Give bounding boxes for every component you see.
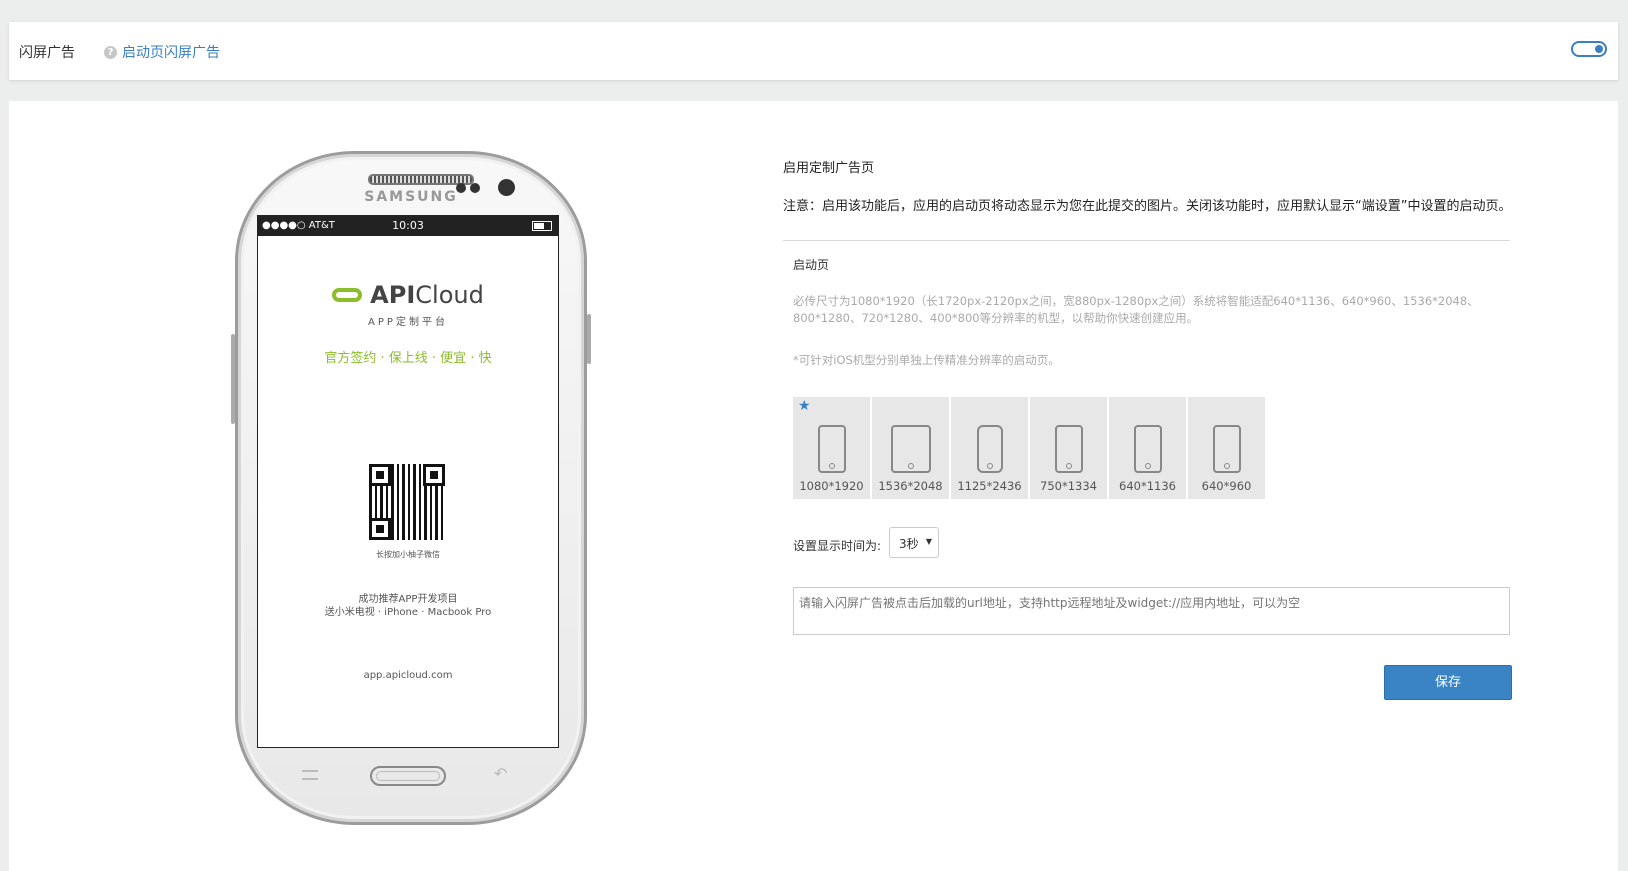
- ad-url-input[interactable]: [793, 587, 1510, 635]
- logo-subtitle: APP定制平台: [368, 317, 448, 328]
- toggle-knob: [1595, 45, 1603, 53]
- main-panel: SAMSUNG ●●●●○ AT&T 10:03 APICloud APP定制平…: [9, 101, 1618, 871]
- upload-slot-1080x1920[interactable]: ★ 1080*1920: [793, 397, 870, 499]
- site-url: app.apicloud.com: [363, 670, 453, 681]
- phone-screen: ●●●●○ AT&T 10:03 APICloud APP定制平台 官方签约 ·…: [257, 215, 559, 748]
- launch-page-label: 启动页: [793, 258, 830, 272]
- home-button: [370, 766, 446, 786]
- phone-sensor: [470, 183, 480, 193]
- apicloud-logo: APICloud APP定制平台: [258, 281, 558, 328]
- promo-line: 送小米电视 · iPhone · Macbook Pro: [324, 607, 492, 618]
- phone-status-bar: ●●●●○ AT&T 10:03: [258, 216, 558, 236]
- settings-header: 闪屏广告 ? 启动页闪屏广告: [9, 22, 1618, 80]
- upload-slot-1125x2436[interactable]: 1125*2436: [951, 397, 1028, 499]
- help-link-label: 启动页闪屏广告: [122, 45, 220, 61]
- phone-sensor: [456, 183, 466, 193]
- qr-finder: [423, 464, 445, 486]
- phone-side-button: [587, 314, 591, 364]
- phone-brand: SAMSUNG: [364, 189, 458, 205]
- resolution-label: 1125*2436: [957, 479, 1022, 493]
- qr-finder: [369, 464, 391, 486]
- ios-note: *可针对iOS机型分别单独上传精准分辨率的启动页。: [793, 353, 1060, 367]
- resolution-label: 1536*2048: [878, 479, 943, 493]
- upload-slot-750x1334[interactable]: 750*1334: [1030, 397, 1107, 499]
- android-phone-icon: [817, 425, 846, 473]
- duration-select[interactable]: 3秒 ▼: [889, 527, 939, 558]
- promo-line: 成功推荐APP开发项目: [358, 594, 458, 605]
- iphone-x-icon: [976, 425, 1003, 473]
- status-time: 10:03: [392, 219, 424, 232]
- resolution-label: 1080*1920: [799, 479, 864, 493]
- question-icon: ?: [104, 45, 117, 59]
- back-key-icon: ↶: [494, 764, 508, 783]
- iphone-icon: [1212, 425, 1241, 473]
- feature-note: 注意：启用该功能后，应用的启动页将动态显示为您在此提交的图片。关闭该功能时，应用…: [783, 199, 1512, 214]
- battery-icon: [532, 221, 552, 231]
- resolution-label: 750*1334: [1040, 479, 1097, 493]
- upload-slot-1536x2048[interactable]: 1536*2048: [872, 397, 949, 499]
- phone-camera: [498, 179, 515, 196]
- iphone-icon: [1054, 425, 1083, 473]
- caret-down-icon: ▼: [925, 537, 932, 546]
- help-link[interactable]: ? 启动页闪屏广告: [104, 42, 220, 62]
- divider: [783, 240, 1510, 241]
- section-title: 闪屏广告: [19, 45, 75, 61]
- star-icon: ★: [798, 398, 811, 414]
- resolution-upload-list: ★ 1080*1920 1536*2048 1125*2436 750*1334…: [793, 397, 1265, 499]
- phone-side-button: [231, 334, 235, 424]
- iphone-icon: [1133, 425, 1162, 473]
- duration-label: 设置显示时间为:: [793, 539, 882, 553]
- save-button[interactable]: 保存: [1384, 665, 1512, 700]
- upload-slot-640x960[interactable]: 640*960: [1188, 397, 1265, 499]
- logo-text: APICloud: [370, 281, 484, 309]
- ad-enable-toggle[interactable]: [1571, 41, 1607, 57]
- qr-finder: [369, 518, 391, 540]
- size-requirement: 必传尺寸为1080*1920（长1720px-2120px之间，宽880px-1…: [793, 294, 1479, 325]
- promo-text: 成功推荐APP开发项目 送小米电视 · iPhone · Macbook Pro: [258, 593, 558, 619]
- cloud-logo-icon: [332, 288, 363, 302]
- qr-code: [367, 462, 447, 542]
- resolution-label: 640*960: [1201, 479, 1252, 493]
- tagline: 官方签约 · 保上线 · 便宜 · 快: [324, 351, 492, 366]
- phone-preview: SAMSUNG ●●●●○ AT&T 10:03 APICloud APP定制平…: [231, 151, 591, 825]
- resolution-label: 640*1136: [1119, 479, 1176, 493]
- menu-key-icon: [302, 770, 318, 780]
- upload-slot-640x1136[interactable]: 640*1136: [1109, 397, 1186, 499]
- tablet-icon: [890, 425, 931, 473]
- enable-custom-ad-title: 启用定制广告页: [783, 161, 875, 176]
- duration-value: 3秒: [899, 537, 919, 551]
- qr-caption: 长按加小柚子微信: [376, 550, 440, 559]
